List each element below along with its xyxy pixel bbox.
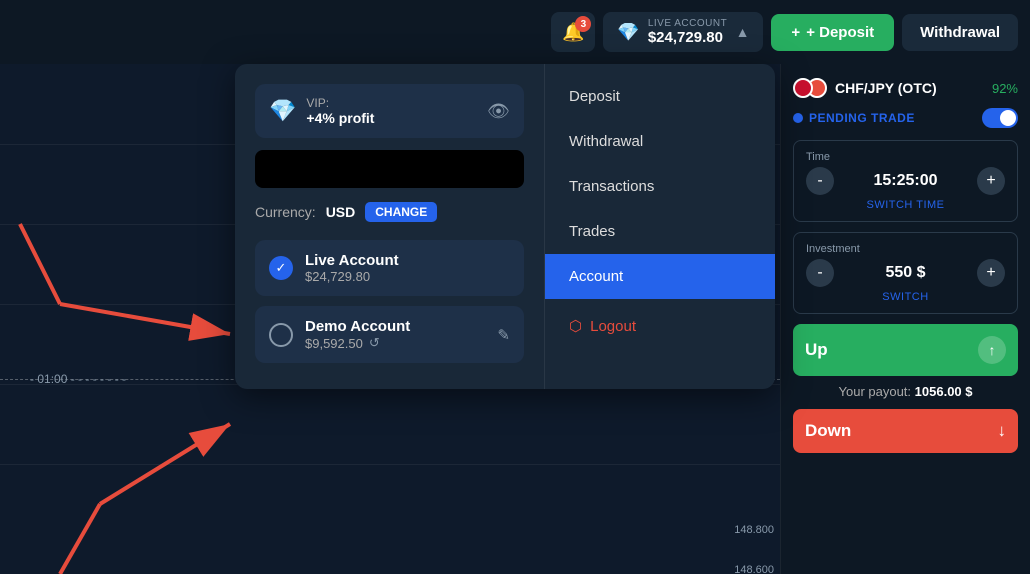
selected-check-icon: ✓ xyxy=(269,256,293,280)
time-minus-button[interactable]: - xyxy=(806,167,834,195)
radio-circle-icon xyxy=(269,323,293,347)
up-arrow-icon: ↑ xyxy=(978,336,1006,364)
up-label: Up xyxy=(805,340,828,360)
live-account-balance: $24,729.80 xyxy=(305,269,510,284)
deposit-label: + Deposit xyxy=(806,24,874,41)
live-account-info: Live Account $24,729.80 xyxy=(305,252,510,284)
pending-dot-icon xyxy=(793,113,803,123)
balance-display xyxy=(255,150,524,188)
time-section: Time - 15:25:00 + SWITCH TIME xyxy=(793,140,1018,222)
pair-flags xyxy=(793,78,827,98)
live-account-item[interactable]: ✓ Live Account $24,729.80 xyxy=(255,240,524,296)
account-selector-button[interactable]: 💎 LIVE ACCOUNT $24,729.80 ▲ xyxy=(603,12,763,52)
plus-icon: + xyxy=(791,24,800,41)
down-arrow-icon: ↓ xyxy=(998,421,1007,441)
investment-minus-button[interactable]: - xyxy=(806,259,834,287)
logout-icon: ⬡ xyxy=(569,317,582,335)
time-value: 15:25:00 xyxy=(873,172,937,190)
investment-plus-button[interactable]: + xyxy=(977,259,1005,287)
pending-toggle[interactable] xyxy=(982,108,1018,128)
chart-time-label: - 01:00 - - - - - - - - xyxy=(30,372,126,386)
vip-diamond-icon: 💎 xyxy=(269,98,296,124)
notification-badge: 3 xyxy=(575,16,591,32)
investment-label: Investment xyxy=(806,243,1005,255)
vip-label: VIP: xyxy=(306,96,374,110)
pair-percentage: 92% xyxy=(992,81,1018,96)
chart-label-low: 148.600 xyxy=(734,564,774,574)
pair-row: CHF/JPY (OTC) 92% xyxy=(793,78,1018,98)
menu-account[interactable]: Account xyxy=(545,254,775,299)
menu-transactions[interactable]: Transactions xyxy=(545,164,775,209)
menu-trades[interactable]: Trades xyxy=(545,209,775,254)
edit-icon[interactable]: ✎ xyxy=(497,326,510,344)
chevron-up-icon: ▲ xyxy=(736,24,750,40)
dropdown-left-panel: 💎 VIP: +4% profit 👁 Currency: USD CHANGE… xyxy=(235,64,545,389)
notification-button[interactable]: 🔔 3 xyxy=(551,12,595,52)
change-currency-button[interactable]: CHANGE xyxy=(365,202,437,222)
dropdown-right-menu: Deposit Withdrawal Transactions Trades A… xyxy=(545,64,775,389)
pending-label: PENDING TRADE xyxy=(809,111,915,125)
eye-icon[interactable]: 👁 xyxy=(487,101,510,122)
investment-value-row: - 550 $ + xyxy=(806,259,1005,287)
logout-label: Logout xyxy=(590,318,636,335)
header: 🔔 3 💎 LIVE ACCOUNT $24,729.80 ▲ + + Depo… xyxy=(0,0,1030,64)
live-account-name: Live Account xyxy=(305,252,510,269)
switch-time-label[interactable]: SWITCH TIME xyxy=(806,199,1005,211)
payout-prefix: Your payout: xyxy=(839,384,912,399)
time-value-row: - 15:25:00 + xyxy=(806,167,1005,195)
investment-section: Investment - 550 $ + SWITCH xyxy=(793,232,1018,314)
demo-account-item[interactable]: Demo Account $9,592.50 ↺ ✎ xyxy=(255,306,524,363)
diamond-icon: 💎 xyxy=(617,22,639,43)
account-info: LIVE ACCOUNT $24,729.80 xyxy=(648,18,727,46)
currency-value: USD xyxy=(326,204,356,220)
menu-withdrawal[interactable]: Withdrawal xyxy=(545,119,775,164)
withdrawal-button[interactable]: Withdrawal xyxy=(902,14,1018,51)
menu-logout[interactable]: ⬡ Logout xyxy=(545,303,775,349)
trading-panel: CHF/JPY (OTC) 92% PENDING TRADE Time - 1… xyxy=(780,64,1030,574)
pending-trade-row: PENDING TRADE xyxy=(793,108,1018,128)
chf-flag xyxy=(793,78,813,98)
time-plus-button[interactable]: + xyxy=(977,167,1005,195)
demo-account-info: Demo Account $9,592.50 ↺ xyxy=(305,318,485,351)
investment-value: 550 $ xyxy=(885,264,925,282)
payout-row: Your payout: 1056.00 $ xyxy=(793,384,1018,399)
account-type-label: LIVE ACCOUNT xyxy=(648,18,727,29)
demo-account-name: Demo Account xyxy=(305,318,485,335)
account-balance-value: $24,729.80 xyxy=(648,29,723,46)
deposit-button[interactable]: + + Deposit xyxy=(771,14,894,51)
menu-deposit[interactable]: Deposit xyxy=(545,74,775,119)
vip-info: 💎 VIP: +4% profit xyxy=(269,96,374,126)
vip-text: VIP: +4% profit xyxy=(306,96,374,126)
down-button[interactable]: Down ↓ xyxy=(793,409,1018,453)
grid-line xyxy=(0,464,780,465)
withdrawal-label: Withdrawal xyxy=(920,24,1000,41)
refresh-icon[interactable]: ↺ xyxy=(369,335,380,351)
vip-profit: +4% profit xyxy=(306,110,374,126)
switch-label[interactable]: SWITCH xyxy=(806,291,1005,303)
demo-account-balance: $9,592.50 ↺ xyxy=(305,335,485,351)
payout-value: 1056.00 $ xyxy=(915,384,973,399)
chart-label-high: 148.800 xyxy=(734,524,774,536)
currency-prefix: Currency: xyxy=(255,204,316,220)
down-label: Down xyxy=(805,421,851,441)
account-dropdown: 💎 VIP: +4% profit 👁 Currency: USD CHANGE… xyxy=(235,64,775,389)
vip-box: 💎 VIP: +4% profit 👁 xyxy=(255,84,524,138)
up-button[interactable]: Up ↑ xyxy=(793,324,1018,376)
pair-name: CHF/JPY (OTC) xyxy=(835,80,937,96)
time-label: Time xyxy=(806,151,1005,163)
currency-row: Currency: USD CHANGE xyxy=(255,202,524,222)
